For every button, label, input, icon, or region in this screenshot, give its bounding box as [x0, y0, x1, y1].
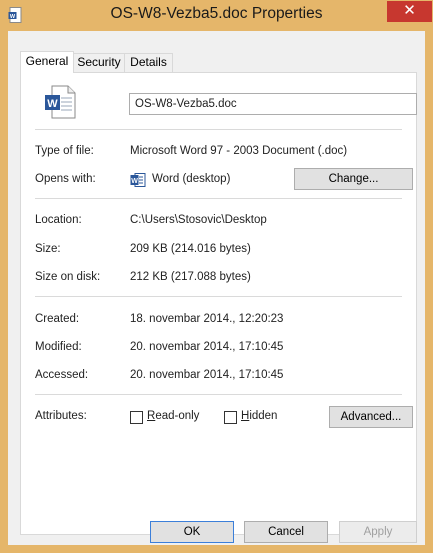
type-of-file-value: Microsoft Word 97 - 2003 Document (.doc) [130, 145, 348, 157]
word-document-icon: W [45, 85, 76, 119]
modified-value: 20. novembar 2014., 17:10:45 [130, 341, 284, 353]
location-value: C:\Users\Stosovic\Desktop [130, 214, 267, 226]
hidden-checkbox[interactable] [224, 411, 237, 424]
separator [35, 394, 402, 395]
ok-button[interactable]: OK [150, 521, 234, 543]
read-only-checkbox[interactable] [130, 411, 143, 424]
apply-button-label: Apply [363, 526, 393, 538]
separator [35, 129, 402, 130]
close-button[interactable]: ✕ [387, 1, 432, 22]
size-on-disk-value: 212 KB (217.088 bytes) [130, 271, 251, 283]
modified-label: Modified: [35, 341, 82, 353]
tab-general[interactable]: General [20, 51, 74, 73]
read-only-label[interactable]: Read-only [147, 410, 199, 422]
file-name-field[interactable]: OS-W8-Vezba5.doc [129, 93, 417, 115]
apply-button[interactable]: Apply [339, 521, 417, 543]
size-on-disk-label: Size on disk: [35, 271, 101, 283]
word-app-icon: W [130, 173, 146, 187]
tab-security[interactable]: Security [73, 53, 125, 72]
advanced-button[interactable]: Advanced... [329, 406, 413, 428]
opens-with-value: Word (desktop) [152, 173, 231, 185]
size-label: Size: [35, 243, 61, 255]
type-of-file-label: Type of file: [35, 145, 94, 157]
created-value: 18. novembar 2014., 12:20:23 [130, 313, 284, 325]
size-value: 209 KB (214.016 bytes) [130, 243, 251, 255]
window-title: OS-W8-Vezba5.doc Properties [110, 5, 323, 22]
change-button-label: Change... [328, 173, 379, 185]
tab-details[interactable]: Details [124, 53, 173, 72]
change-button[interactable]: Change... [294, 168, 413, 190]
svg-text:W: W [131, 178, 138, 185]
title-bar[interactable]: W OS-W8-Vezba5.doc Properties ✕ [0, 0, 433, 31]
created-label: Created: [35, 313, 80, 325]
attributes-label: Attributes: [35, 410, 87, 422]
opens-with-label: Opens with: [35, 173, 96, 185]
general-panel: W OS-W8-Vezba5.doc Type of file: Microso… [20, 72, 417, 535]
separator [35, 198, 402, 199]
svg-text:W: W [47, 98, 58, 110]
advanced-button-label: Advanced... [340, 411, 402, 423]
cancel-button[interactable]: Cancel [244, 521, 328, 543]
separator [35, 296, 402, 297]
hidden-label[interactable]: Hidden [241, 410, 277, 422]
location-label: Location: [35, 214, 82, 226]
properties-window: W OS-W8-Vezba5.doc Properties ✕ General … [0, 0, 433, 553]
dialog-client: General Security Details W OS-W8-Vezba5.… [8, 31, 425, 545]
accessed-value: 20. novembar 2014., 17:10:45 [130, 369, 284, 381]
accessed-label: Accessed: [35, 369, 89, 381]
